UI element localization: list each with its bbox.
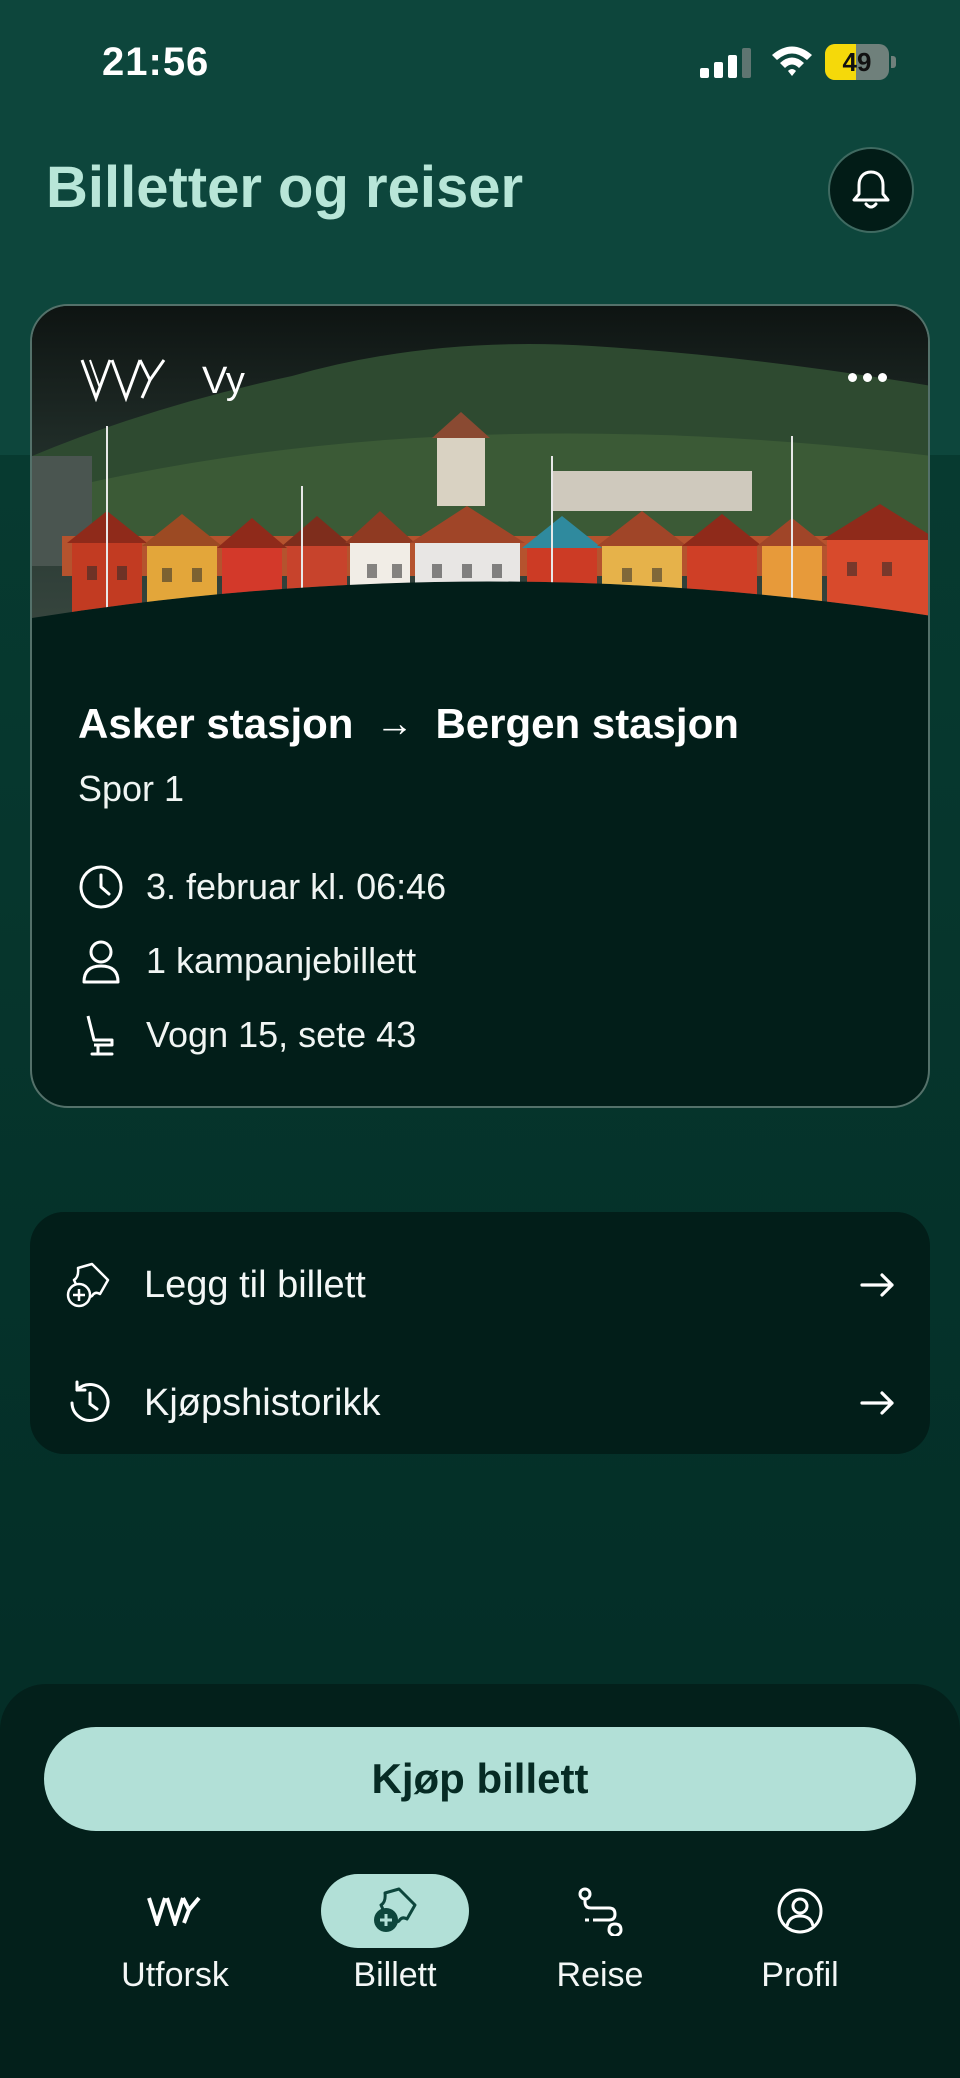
nav-profil-label: Profil — [761, 1956, 839, 1994]
ticket-card[interactable]: Vy Asker stasjon → Bergen stasjon Spor 1… — [30, 304, 930, 1108]
more-dots-icon — [847, 372, 857, 382]
vy-logo-icon — [147, 1896, 201, 1926]
destination-station: Bergen stasjon — [435, 700, 739, 747]
battery-icon: 49 — [825, 44, 896, 80]
nav-profil[interactable]: Profil — [715, 1876, 885, 2006]
vy-logo — [80, 359, 166, 402]
departure-time: 3. februar kl. 06:46 — [146, 866, 447, 907]
ticket-count: 1 kampanjebillett — [146, 940, 417, 981]
add-ticket-label: Legg til billett — [144, 1263, 366, 1306]
departure-row: 3. februar kl. 06:46 — [78, 862, 446, 912]
seat-icon — [78, 1012, 124, 1058]
nav-billett-label: Billett — [353, 1956, 437, 1994]
passenger-row: 1 kampanjebillett — [78, 936, 416, 986]
route-arrow-icon: → — [375, 702, 414, 745]
purchase-history-row[interactable]: Kjøpshistorikk — [30, 1348, 930, 1458]
nav-billett[interactable]: Billett — [310, 1874, 480, 2006]
profile-icon — [777, 1888, 823, 1934]
route-icon — [578, 1887, 623, 1936]
nav-reise-label: Reise — [556, 1956, 644, 1994]
history-icon — [70, 1380, 110, 1422]
platform: Spor 1 — [78, 768, 185, 809]
seat-row: Vogn 15, sete 43 — [78, 1010, 416, 1060]
wifi-icon — [772, 46, 812, 76]
nav-reise[interactable]: Reise — [515, 1876, 685, 2006]
notifications-button[interactable] — [828, 147, 914, 233]
more-options-button[interactable] — [842, 362, 892, 392]
arrow-right-icon — [860, 1391, 894, 1415]
status-bar: 21:56 49 — [0, 0, 960, 120]
battery-level: 49 — [842, 47, 872, 77]
operator-name: Vy — [202, 360, 245, 402]
bell-icon — [852, 170, 890, 209]
ticket-actions: Legg til billett Kjøpshistorikk — [30, 1212, 930, 1454]
ticket-icon — [374, 1887, 417, 1932]
add-ticket-row[interactable]: Legg til billett — [30, 1230, 930, 1340]
add-ticket-icon — [66, 1262, 110, 1308]
route: Asker stasjon → Bergen stasjon — [78, 700, 739, 748]
person-icon — [78, 938, 124, 984]
purchase-history-label: Kjøpshistorikk — [144, 1381, 381, 1424]
seat-info: Vogn 15, sete 43 — [146, 1014, 417, 1055]
origin-station: Asker stasjon — [78, 700, 354, 747]
nav-utforsk-label: Utforsk — [121, 1956, 229, 1994]
ticket-cover-photo — [32, 306, 928, 618]
arrow-right-icon — [860, 1273, 894, 1297]
status-time: 21:56 — [102, 40, 210, 84]
nav-utforsk[interactable]: Utforsk — [90, 1876, 260, 2006]
buy-ticket-button[interactable]: Kjøp billett — [44, 1727, 916, 1831]
page-title: Billetter og reiser — [46, 155, 524, 220]
cellular-signal-icon — [700, 48, 751, 78]
clock-icon — [78, 864, 124, 910]
